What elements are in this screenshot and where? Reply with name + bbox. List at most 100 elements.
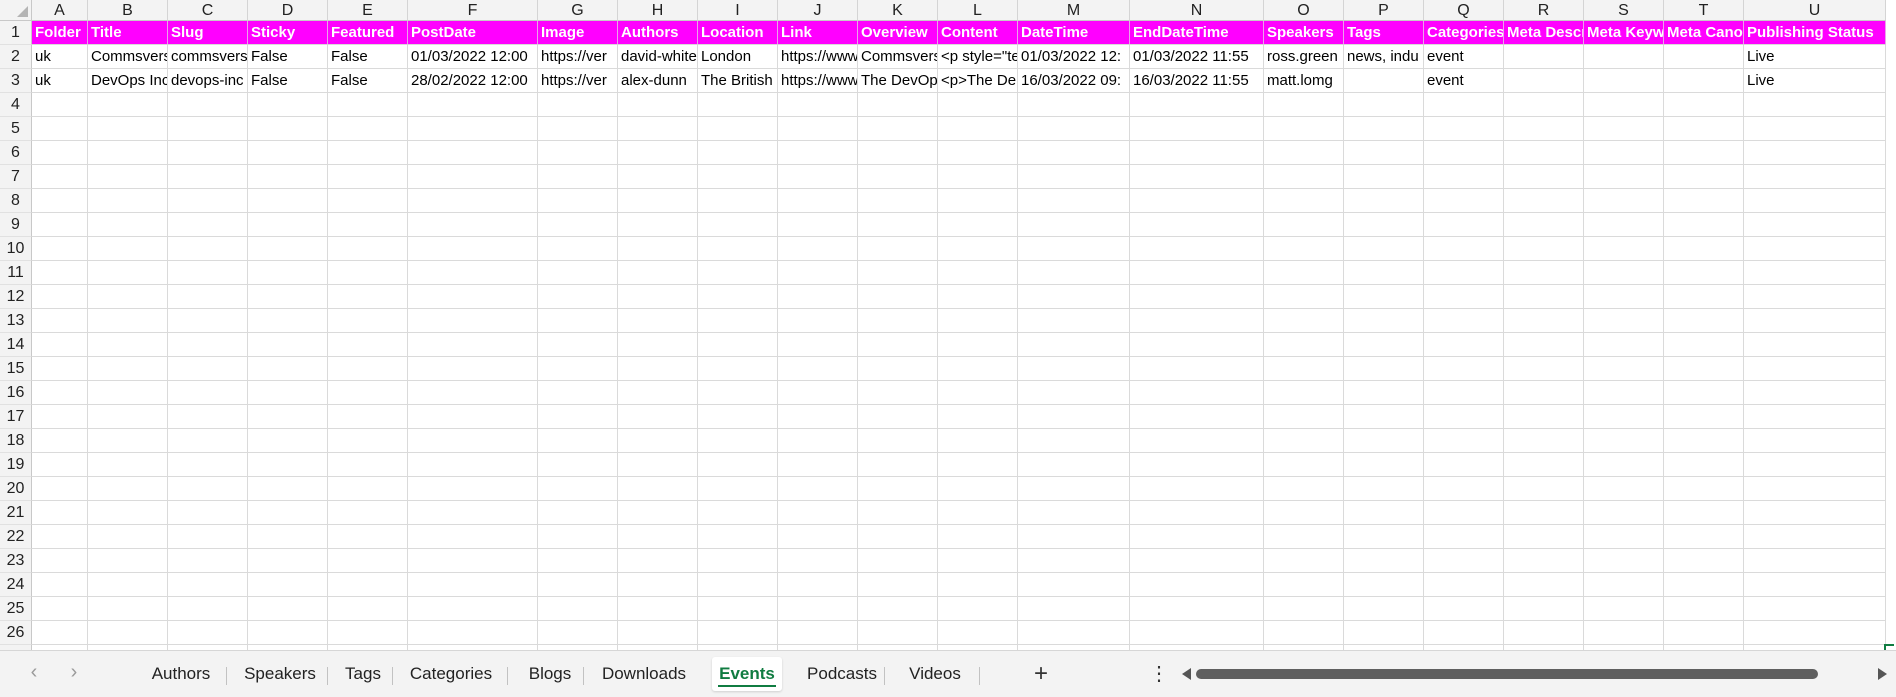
cell-e6[interactable] <box>328 141 408 165</box>
cell-i7[interactable] <box>698 165 778 189</box>
cell-q21[interactable] <box>1424 501 1504 525</box>
cell-k20[interactable] <box>858 477 938 501</box>
cell-c15[interactable] <box>168 357 248 381</box>
cell-r18[interactable] <box>1504 429 1584 453</box>
cell-s13[interactable] <box>1584 309 1664 333</box>
cell-u4[interactable] <box>1744 93 1886 117</box>
cell-d5[interactable] <box>248 117 328 141</box>
cell-j20[interactable] <box>778 477 858 501</box>
cell-h12[interactable] <box>618 285 698 309</box>
tab-events[interactable]: Events <box>712 657 782 691</box>
cell-m12[interactable] <box>1018 285 1130 309</box>
column-header-g[interactable]: G <box>538 0 618 21</box>
cell-l11[interactable] <box>938 261 1018 285</box>
cell-j14[interactable] <box>778 333 858 357</box>
cell-b4[interactable] <box>88 93 168 117</box>
cell-t18[interactable] <box>1664 429 1744 453</box>
cell-f4[interactable] <box>408 93 538 117</box>
cell-c13[interactable] <box>168 309 248 333</box>
cell-l24[interactable] <box>938 573 1018 597</box>
cell-a24[interactable] <box>32 573 88 597</box>
cell-q18[interactable] <box>1424 429 1504 453</box>
cell-g26[interactable] <box>538 621 618 645</box>
cell-o25[interactable] <box>1264 597 1344 621</box>
cell-s7[interactable] <box>1584 165 1664 189</box>
cell-b15[interactable] <box>88 357 168 381</box>
cell-i24[interactable] <box>698 573 778 597</box>
row-header-25[interactable]: 25 <box>0 597 32 621</box>
cell-u12[interactable] <box>1744 285 1886 309</box>
cell-a22[interactable] <box>32 525 88 549</box>
cell-p24[interactable] <box>1344 573 1424 597</box>
cell-a15[interactable] <box>32 357 88 381</box>
select-all-corner[interactable] <box>0 0 32 21</box>
cell-t16[interactable] <box>1664 381 1744 405</box>
cell-d6[interactable] <box>248 141 328 165</box>
cell-l16[interactable] <box>938 381 1018 405</box>
cell-a14[interactable] <box>32 333 88 357</box>
cell-s6[interactable] <box>1584 141 1664 165</box>
cell-u10[interactable] <box>1744 237 1886 261</box>
cell-g19[interactable] <box>538 453 618 477</box>
cell-i10[interactable] <box>698 237 778 261</box>
cell-t4[interactable] <box>1664 93 1744 117</box>
cell-q3[interactable]: event <box>1424 69 1504 93</box>
cell-o15[interactable] <box>1264 357 1344 381</box>
cell-c8[interactable] <box>168 189 248 213</box>
cell-d25[interactable] <box>248 597 328 621</box>
cell-d1[interactable]: Sticky <box>248 21 328 45</box>
cell-l17[interactable] <box>938 405 1018 429</box>
cell-f7[interactable] <box>408 165 538 189</box>
cell-m22[interactable] <box>1018 525 1130 549</box>
cell-u14[interactable] <box>1744 333 1886 357</box>
cell-f25[interactable] <box>408 597 538 621</box>
cell-o4[interactable] <box>1264 93 1344 117</box>
cell-s20[interactable] <box>1584 477 1664 501</box>
cell-m10[interactable] <box>1018 237 1130 261</box>
cell-f20[interactable] <box>408 477 538 501</box>
cell-k24[interactable] <box>858 573 938 597</box>
row-header-23[interactable]: 23 <box>0 549 32 573</box>
row-header-8[interactable]: 8 <box>0 189 32 213</box>
cell-i8[interactable] <box>698 189 778 213</box>
cell-m2[interactable]: 01/03/2022 12: <box>1018 45 1130 69</box>
cell-h4[interactable] <box>618 93 698 117</box>
cell-r14[interactable] <box>1504 333 1584 357</box>
cell-h5[interactable] <box>618 117 698 141</box>
cell-g3[interactable]: https://ver <box>538 69 618 93</box>
cell-o13[interactable] <box>1264 309 1344 333</box>
cell-o11[interactable] <box>1264 261 1344 285</box>
cell-u22[interactable] <box>1744 525 1886 549</box>
cell-h13[interactable] <box>618 309 698 333</box>
cell-m26[interactable] <box>1018 621 1130 645</box>
cell-c19[interactable] <box>168 453 248 477</box>
cell-s23[interactable] <box>1584 549 1664 573</box>
cell-g18[interactable] <box>538 429 618 453</box>
cell-l18[interactable] <box>938 429 1018 453</box>
row-header-17[interactable]: 17 <box>0 405 32 429</box>
cell-b3[interactable]: DevOps Inc <box>88 69 168 93</box>
cell-f9[interactable] <box>408 213 538 237</box>
cell-n12[interactable] <box>1130 285 1264 309</box>
cell-a12[interactable] <box>32 285 88 309</box>
cell-p7[interactable] <box>1344 165 1424 189</box>
cell-f14[interactable] <box>408 333 538 357</box>
cell-e22[interactable] <box>328 525 408 549</box>
cell-t13[interactable] <box>1664 309 1744 333</box>
cell-a13[interactable] <box>32 309 88 333</box>
cell-m17[interactable] <box>1018 405 1130 429</box>
cell-k8[interactable] <box>858 189 938 213</box>
cell-s19[interactable] <box>1584 453 1664 477</box>
plus-icon[interactable]: + <box>1026 659 1056 689</box>
cell-f13[interactable] <box>408 309 538 333</box>
cell-q8[interactable] <box>1424 189 1504 213</box>
cell-d21[interactable] <box>248 501 328 525</box>
cell-q23[interactable] <box>1424 549 1504 573</box>
cell-r8[interactable] <box>1504 189 1584 213</box>
cell-p18[interactable] <box>1344 429 1424 453</box>
cell-e5[interactable] <box>328 117 408 141</box>
cell-o24[interactable] <box>1264 573 1344 597</box>
cell-r23[interactable] <box>1504 549 1584 573</box>
cell-g10[interactable] <box>538 237 618 261</box>
more-vertical-icon[interactable]: ⋮ <box>1149 659 1169 689</box>
